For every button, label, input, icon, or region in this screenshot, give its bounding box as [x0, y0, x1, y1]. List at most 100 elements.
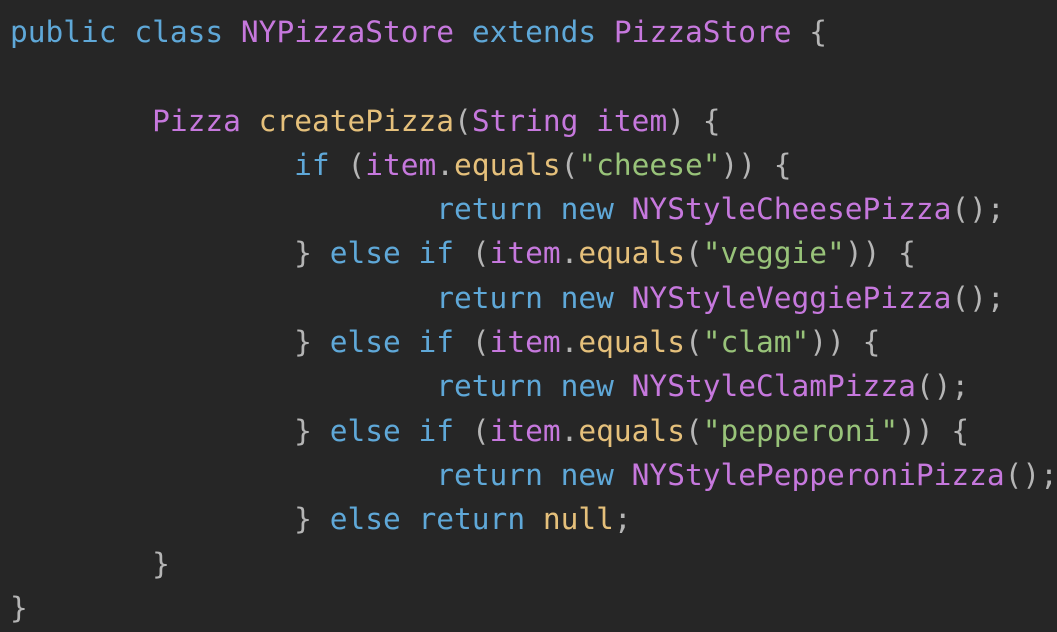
code-token-type: String: [471, 103, 579, 138]
code-token-ws: [454, 414, 472, 448]
code-token-ws: [543, 369, 561, 403]
code-token-string: "cheese": [578, 147, 721, 182]
code-token-ws: [454, 15, 472, 49]
code-token-punct: {: [951, 413, 970, 448]
code-token-punct: (: [471, 325, 490, 360]
code-token-keyword: else: [329, 502, 401, 537]
code-token-punct: }: [152, 546, 170, 581]
code-token-keyword: else: [329, 413, 401, 448]
code-token-keyword: new: [560, 457, 614, 492]
code-token-keyword: new: [560, 369, 614, 404]
code-line: if (item.equals("cheese")) {: [10, 143, 1057, 187]
code-token-method: null: [542, 502, 614, 537]
code-token-punct: ;: [613, 502, 632, 537]
code-token-type: Pizza: [152, 103, 241, 138]
code-token-punct: }: [294, 502, 312, 537]
code-token-ws: [880, 236, 898, 270]
code-token-ws: [543, 281, 561, 315]
code-token-punct: .: [436, 147, 455, 182]
code-token-ws: [312, 414, 330, 448]
code-token-keyword: return: [436, 369, 543, 404]
code-token-keyword: class: [134, 15, 224, 49]
code-token-method: equals: [578, 236, 685, 271]
code-line: return new NYStyleVeggiePizza();: [10, 276, 1057, 320]
code-token-punct: .: [560, 325, 579, 360]
code-token-punct: {: [702, 103, 721, 138]
code-token-ws: [10, 148, 294, 182]
code-token-class: NYStyleClamPizza: [631, 369, 916, 404]
code-token-keyword: return: [418, 502, 526, 537]
code-token-ws: [685, 104, 703, 138]
code-token-punct: (: [684, 413, 703, 448]
code-token-ws: [10, 236, 294, 270]
code-token-ws: [614, 369, 632, 403]
code-line: } else if (item.equals("pepperoni")) {: [10, 409, 1057, 453]
code-token-ws: [525, 502, 543, 536]
code-token-param: item: [489, 325, 561, 360]
code-token-ws: [614, 458, 632, 492]
code-token-method: equals: [578, 325, 685, 360]
code-token-keyword: if: [418, 236, 455, 271]
code-token-punct: }: [10, 590, 28, 625]
code-token-punct: (: [471, 413, 490, 448]
code-token-ws: [10, 458, 436, 492]
code-token-punct: (: [684, 236, 703, 271]
code-token-param: item: [365, 147, 437, 182]
code-token-keyword: if: [418, 413, 455, 448]
code-line: } else if (item.equals("clam")) {: [10, 320, 1057, 364]
code-line: public class NYPizzaStore extends PizzaS…: [10, 10, 1057, 54]
code-token-ws: [10, 414, 294, 448]
code-token-class: NYStyleCheesePizza: [631, 192, 952, 227]
code-token-ws: [10, 325, 294, 359]
code-token-punct: (: [347, 147, 366, 182]
code-line: } else return null;: [10, 497, 1057, 541]
code-editor: public class NYPizzaStore extends PizzaS…: [0, 0, 1057, 632]
code-token-ws: [543, 458, 561, 492]
code-token-punct: )): [720, 147, 757, 182]
code-token-method: createPizza: [258, 103, 455, 138]
code-token-ws: [223, 15, 241, 49]
code-token-string: "veggie": [702, 236, 845, 271]
code-token-ws: [792, 15, 810, 49]
code-token-ws: [756, 148, 774, 182]
code-token-ws: [401, 414, 419, 448]
code-token-keyword: return: [436, 280, 543, 315]
code-token-ws: [596, 15, 614, 49]
code-token-punct: )): [809, 325, 845, 360]
code-token-method: equals: [454, 147, 561, 182]
code-token-keyword: if: [418, 325, 455, 360]
code-token-punct: ();: [951, 280, 1005, 315]
code-token-ws: [330, 148, 348, 182]
code-token-ws: [845, 325, 863, 359]
code-token-punct: ();: [951, 192, 1005, 227]
code-token-punct: (: [684, 325, 703, 360]
code-line: }: [10, 542, 1057, 586]
code-token-keyword: else: [329, 325, 401, 360]
code-token-punct: {: [773, 147, 792, 182]
code-token-keyword: new: [560, 280, 614, 315]
code-token-ws: [117, 15, 135, 49]
code-token-method: equals: [578, 413, 685, 448]
code-token-punct: .: [560, 413, 579, 448]
code-token-keyword: public: [10, 15, 117, 49]
code-token-ws: [934, 414, 952, 448]
code-token-punct: ();: [1004, 457, 1057, 492]
code-line: return new NYStyleCheesePizza();: [10, 187, 1057, 231]
code-token-keyword: return: [436, 457, 543, 492]
code-token-class: PizzaStore: [613, 15, 792, 49]
code-token-keyword: else: [329, 236, 401, 271]
code-line: return new NYStylePepperoniPizza();: [10, 453, 1057, 497]
code-token-param: item: [489, 236, 561, 271]
code-token-ws: [10, 104, 152, 138]
code-token-ws: [614, 281, 632, 315]
code-token-keyword: return: [436, 192, 543, 227]
code-token-ws: [10, 281, 436, 315]
code-token-param: item: [489, 413, 561, 448]
code-token-punct: )): [898, 413, 934, 448]
code-token-keyword: if: [294, 147, 330, 182]
code-token-punct: )): [844, 236, 881, 271]
code-token-punct: (: [560, 147, 579, 182]
code-token-ws: [10, 547, 152, 581]
code-token-ws: [454, 236, 472, 270]
code-token-punct: (: [454, 103, 472, 138]
